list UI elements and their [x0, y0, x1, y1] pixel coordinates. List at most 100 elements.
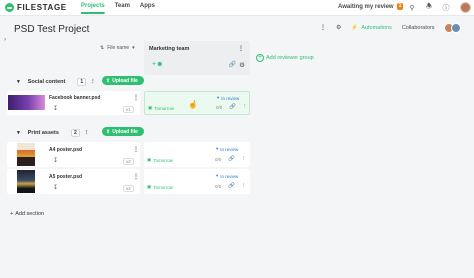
upload-icon: ⇧ [106, 128, 111, 135]
brand-name: FILESTAGE [17, 3, 67, 12]
add-reviewer-label: Add reviewer group [266, 55, 314, 61]
cursor-icon: ☝ [188, 100, 198, 109]
section-name: Social content [27, 79, 66, 85]
review-status[interactable]: ▾ In review [216, 146, 238, 152]
chevron-down-icon[interactable]: ▾ [17, 79, 20, 85]
awaiting-review-label: Awaiting my review [338, 3, 394, 10]
plus-icon: + [10, 211, 14, 217]
section-header: ▾ Social content 1 ⋮ [17, 78, 96, 86]
nav-links: Projects Team Apps [81, 3, 155, 9]
add-user-icon[interactable]: +☻ [152, 61, 163, 68]
more-icon[interactable]: ⋮ [133, 173, 139, 180]
review-status[interactable]: ▾ In review [217, 95, 239, 101]
nav-projects[interactable]: Projects [81, 3, 105, 9]
more-icon[interactable]: ⋮ [241, 156, 247, 162]
file-thumbnail[interactable] [17, 170, 35, 193]
file-thumbnail[interactable] [8, 95, 45, 110]
filestage-logo[interactable]: FILESTAGE [5, 3, 67, 12]
calendar-icon: ▣ [147, 184, 152, 189]
automations-label: Automations [361, 24, 392, 31]
chevron-down-icon: ▾ [216, 173, 219, 178]
more-icon[interactable]: ⋮ [90, 79, 96, 85]
bolt-icon: ⚡ [351, 24, 359, 31]
section-count: 1 [77, 78, 87, 86]
section-header: ▾ Print assets 2 ⋮ [17, 129, 89, 137]
download-icon[interactable]: ↧ [53, 105, 58, 112]
nav-team[interactable]: Team [115, 3, 130, 9]
project-title: PSD Test Project [14, 24, 90, 35]
calendar-icon: ▣ [147, 157, 152, 162]
chevron-down-icon: ▾ [132, 45, 135, 51]
chevron-down-icon[interactable]: ▾ [17, 130, 20, 136]
more-icon[interactable]: ⋮ [84, 130, 90, 136]
chevron-down-icon: ▾ [217, 95, 220, 100]
upload-label: Upload file [112, 128, 138, 135]
more-icon[interactable]: ⋮ [241, 183, 247, 189]
version-badge[interactable]: v1 [123, 106, 134, 113]
review-cell[interactable]: ▾ In review ▣ Tomorrow 0/0 🔗 ⋮ [144, 169, 250, 194]
plus-icon: + [256, 54, 264, 62]
bell-icon[interactable]: 🕭 [425, 2, 433, 13]
file-row[interactable]: Facebook banner.psd ⋮ ↧ v1 [7, 91, 140, 115]
help-icon[interactable]: ⓘ [442, 3, 450, 13]
download-icon[interactable]: ↧ [53, 157, 58, 164]
due-label: Tomorrow [153, 157, 174, 163]
link-icon[interactable]: 🔗 [229, 104, 236, 110]
status-label: In review [220, 173, 239, 179]
download-icon[interactable]: ↧ [53, 184, 58, 191]
project-settings-icon[interactable]: ⚙ [336, 24, 341, 31]
file-name-sort[interactable]: ⇅ File name ▾ [100, 45, 135, 51]
more-icon[interactable]: ⋮ [238, 45, 244, 52]
awaiting-review-link[interactable]: Awaiting my review 1 [338, 3, 404, 10]
upload-file-button[interactable]: ⇧ Upload file [102, 127, 144, 136]
awaiting-count-badge: 1 [396, 3, 404, 10]
sort-icon: ⇅ [100, 45, 105, 51]
calendar-icon: ▣ [148, 105, 153, 110]
file-name[interactable]: A4 poster.psd [49, 147, 82, 153]
reviewer-group-name: Marketing team [149, 46, 190, 52]
filestage-logo-icon [5, 3, 14, 12]
file-name[interactable]: A5 poster.psd [49, 174, 82, 180]
search-icon[interactable]: ⚲ [408, 4, 416, 12]
due-date[interactable]: ▣ Tomorrow [147, 184, 173, 190]
status-label: In review [220, 146, 239, 152]
add-section-button[interactable]: + Add section [10, 211, 44, 217]
reviewer-group-column: Marketing team ⋮ +☻ 🔗 ⚙ [144, 41, 250, 75]
due-date[interactable]: ▣ Tomorrow [148, 105, 174, 111]
user-avatar[interactable] [460, 2, 471, 13]
link-icon[interactable]: 🔗 [229, 61, 236, 68]
review-cell[interactable]: ▾ In review ▣ Tomorrow 0/0 🔗 ⋮ ☝ [144, 91, 250, 115]
add-reviewer-group-button[interactable]: + Add reviewer group [256, 54, 314, 62]
top-nav: FILESTAGE Projects Team Apps Awaiting my… [0, 0, 474, 16]
status-label: In review [221, 95, 240, 101]
gear-icon[interactable]: ⚙ [239, 61, 245, 69]
review-cell[interactable]: ▾ In review ▣ Tomorrow 0/0 🔗 ⋮ [144, 142, 250, 167]
file-thumbnail[interactable] [17, 143, 35, 166]
version-badge[interactable]: v2 [123, 185, 134, 192]
link-icon[interactable]: 🔗 [228, 183, 235, 189]
review-progress: 0/0 [216, 105, 223, 110]
nav-apps[interactable]: Apps [140, 3, 155, 9]
automations-button[interactable]: ⚡ Automations [351, 25, 391, 31]
project-more-icon[interactable]: ⋮ [320, 24, 326, 31]
collaborator-avatars[interactable] [444, 23, 461, 33]
file-row[interactable]: A4 poster.psd ⋮ ↧ v2 [7, 142, 140, 167]
review-progress: 0/0 [215, 157, 222, 162]
file-name[interactable]: Facebook banner.psd [49, 95, 100, 101]
upload-file-button[interactable]: ⇧ Upload file [102, 76, 144, 85]
file-row[interactable]: A5 poster.psd ⋮ ↧ v2 [7, 169, 140, 194]
more-icon[interactable]: ⋮ [242, 104, 248, 110]
version-badge[interactable]: v2 [123, 158, 134, 165]
upload-label: Upload file [112, 77, 138, 84]
sidebar-expand-icon[interactable]: › [4, 37, 6, 43]
link-icon[interactable]: 🔗 [228, 156, 235, 162]
due-label: Tomorrow [154, 105, 175, 111]
section-count: 2 [70, 129, 80, 137]
due-date[interactable]: ▣ Tomorrow [147, 157, 173, 163]
collaborators-button[interactable]: Collaborators [402, 25, 435, 31]
more-icon[interactable]: ⋮ [133, 146, 139, 153]
add-section-label: Add section [15, 211, 44, 217]
more-icon[interactable]: ⋮ [133, 94, 139, 101]
upload-icon: ⇧ [106, 77, 111, 84]
review-status[interactable]: ▾ In review [216, 173, 238, 179]
